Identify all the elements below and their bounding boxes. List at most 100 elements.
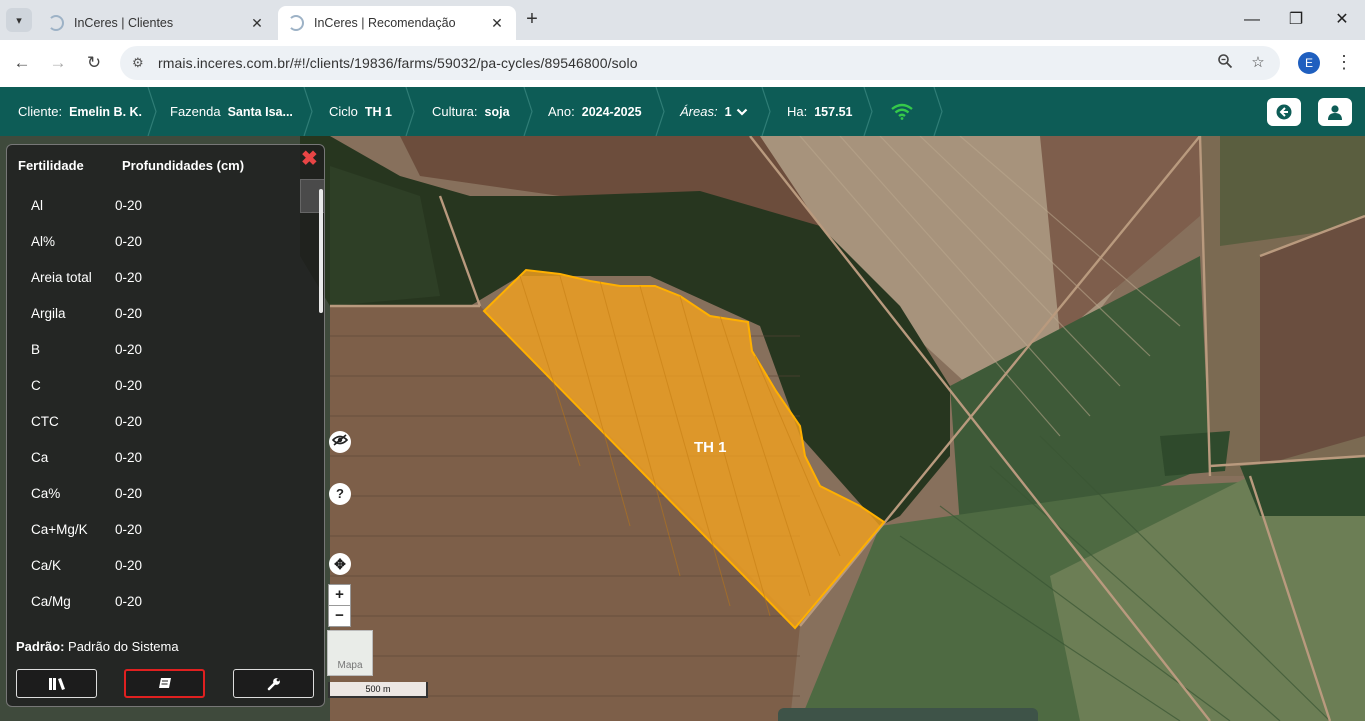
reload-icon[interactable]: ↻ <box>82 51 106 75</box>
crumb-separator-icon <box>147 87 157 136</box>
tab-close-icon[interactable]: ✕ <box>488 15 506 32</box>
param-depth: 0-20 <box>115 341 143 357</box>
help-icon[interactable]: ? <box>329 483 351 505</box>
crumb-cultura-value: soja <box>484 104 510 119</box>
list-item[interactable]: Areia total 0-20 <box>7 259 307 295</box>
crumb-fazenda[interactable]: Fazenda Santa Isa... <box>170 87 293 136</box>
list-item[interactable]: C 0-20 <box>7 367 307 403</box>
list-item[interactable]: Al 0-20 <box>7 187 307 223</box>
areas-dropdown[interactable]: Áreas: 1 <box>680 87 748 136</box>
forward-icon[interactable]: → <box>46 51 70 75</box>
back-icon[interactable]: ← <box>10 51 34 75</box>
wrench-icon <box>267 677 280 690</box>
default-standard: Padrão: Padrão do Sistema <box>16 639 179 654</box>
address-bar[interactable]: ⚙ rmais.inceres.com.br/#!/clients/19836/… <box>120 46 1280 80</box>
site-info-icon[interactable]: ⚙ <box>132 55 154 71</box>
tab-close-icon[interactable]: ✕ <box>248 15 266 32</box>
visibility-toggle-icon[interactable] <box>329 431 351 453</box>
default-label: Padrão: <box>16 639 65 654</box>
column-header-depth: Profundidades (cm) <box>122 158 245 173</box>
list-item[interactable]: CTC 0-20 <box>7 403 307 439</box>
browser-tab-recomendacao[interactable]: InCeres | Recomendação ✕ <box>278 6 516 40</box>
list-item[interactable]: Ca+Mg/K 0-20 <box>7 511 307 547</box>
fertility-panel: Fertilidade Profundidades (cm) ✖ Al 0-20 … <box>6 144 325 707</box>
param-name: Al% <box>31 233 56 249</box>
close-window-button[interactable]: ✕ <box>1326 8 1358 32</box>
list-item[interactable]: Ca% 0-20 <box>7 475 307 511</box>
list-item[interactable]: Ca 0-20 <box>7 439 307 475</box>
crumb-separator-icon <box>655 87 665 136</box>
app-header: Cliente: Emelin B. K. Fazenda Santa Isa.… <box>0 87 1365 136</box>
param-depth: 0-20 <box>115 305 143 321</box>
crumb-ha-value: 157.51 <box>814 104 853 119</box>
user-profile-button[interactable] <box>1318 98 1352 126</box>
wifi-icon <box>891 103 913 120</box>
param-depth: 0-20 <box>115 485 143 501</box>
crumb-fazenda-label: Fazenda <box>170 104 221 119</box>
panel-scrollbar[interactable] <box>319 189 323 313</box>
param-depth: 0-20 <box>115 521 143 537</box>
crumb-separator-icon <box>405 87 415 136</box>
list-item[interactable]: Ca/K 0-20 <box>7 547 307 583</box>
param-depth: 0-20 <box>115 377 143 393</box>
param-name: Ca/K <box>31 557 62 573</box>
param-name: Ca/Mg <box>31 593 71 609</box>
zoom-out-button[interactable]: − <box>328 605 351 627</box>
list-item[interactable]: B 0-20 <box>7 331 307 367</box>
scale-bar: 500 m <box>328 682 428 698</box>
crumb-cultura[interactable]: Cultura: soja <box>432 87 510 136</box>
param-depth: 0-20 <box>115 449 143 465</box>
crumb-ano[interactable]: Ano: 2024-2025 <box>548 87 642 136</box>
crumb-ano-label: Ano: <box>548 104 575 119</box>
tab-title: InCeres | Recomendação <box>314 16 456 30</box>
move-arrows-icon[interactable]: ✥ <box>329 553 351 575</box>
browser-tab-clientes[interactable]: InCeres | Clientes ✕ <box>38 6 276 40</box>
param-name: CTC <box>31 413 59 429</box>
param-name: Ca+Mg/K <box>31 521 88 537</box>
library-button[interactable] <box>16 669 97 698</box>
url-text[interactable]: rmais.inceres.com.br/#!/clients/19836/fa… <box>158 55 638 71</box>
map-bottom-panel-handle[interactable] <box>778 708 1038 721</box>
map-layer-label: Mapa <box>337 660 363 671</box>
param-depth: 0-20 <box>115 197 143 213</box>
param-name: Areia total <box>31 269 92 285</box>
zoom-icon[interactable] <box>1214 53 1236 73</box>
profile-avatar[interactable]: E <box>1298 52 1320 74</box>
user-icon <box>1328 105 1342 120</box>
list-item[interactable]: Al% 0-20 <box>7 223 307 259</box>
crumb-ciclo[interactable]: Ciclo TH 1 <box>329 87 392 136</box>
panel-header: Fertilidade Profundidades (cm) ✖ <box>7 145 326 187</box>
close-icon[interactable]: ✖ <box>301 149 318 169</box>
crumb-ha-label: Ha: <box>787 104 808 119</box>
browser-tabstrip: ▾ InCeres | Clientes ✕ InCeres | Recomen… <box>0 0 1365 40</box>
crumb-separator-icon <box>863 87 873 136</box>
new-tab-button[interactable]: + <box>520 8 544 32</box>
back-arrow-button[interactable] <box>1267 98 1301 126</box>
list-item[interactable]: Ca/Mg 0-20 <box>7 583 307 619</box>
book-button[interactable] <box>124 669 205 698</box>
crumb-areas-label: Áreas: <box>680 104 718 119</box>
crumb-fazenda-value: Santa Isa... <box>227 104 293 119</box>
settings-wrench-button[interactable] <box>233 669 314 698</box>
crumb-ciclo-label: Ciclo <box>329 104 358 119</box>
zoom-in-button[interactable]: + <box>328 584 351 606</box>
crumb-ano-value: 2024-2025 <box>581 104 642 119</box>
crumb-cliente-value: Emelin B. K. <box>69 104 143 119</box>
minimize-button[interactable]: — <box>1236 8 1268 32</box>
browser-menu-icon[interactable]: ⋮ <box>1334 51 1354 75</box>
tab-loading-icon <box>288 15 304 31</box>
tab-search-button[interactable]: ▾ <box>6 8 32 32</box>
param-name: Al <box>31 197 44 213</box>
crumb-cliente[interactable]: Cliente: Emelin B. K. <box>18 87 142 136</box>
param-name: Argila <box>31 305 66 321</box>
chevron-down-icon <box>736 108 747 116</box>
crumb-separator-icon <box>761 87 771 136</box>
crumb-ha: Ha: 157.51 <box>787 87 852 136</box>
param-name: C <box>31 377 41 393</box>
bookmark-star-icon[interactable]: ☆ <box>1247 53 1269 73</box>
crumb-separator-icon <box>933 87 943 136</box>
map-layer-toggle[interactable]: Mapa <box>327 630 373 676</box>
list-item[interactable]: Argila 0-20 <box>7 295 307 331</box>
restore-button[interactable]: ❐ <box>1280 8 1312 32</box>
column-header-fertility: Fertilidade <box>18 158 84 173</box>
